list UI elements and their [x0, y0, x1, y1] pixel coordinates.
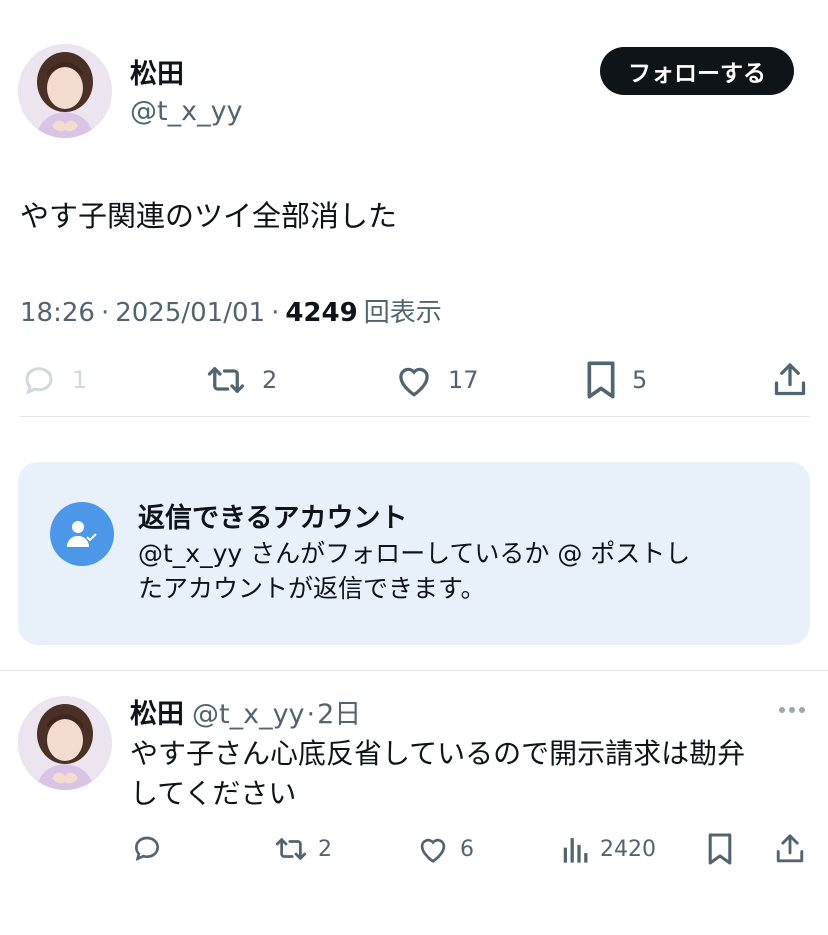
meta-separator: ·	[100, 298, 110, 328]
more-button[interactable]	[776, 700, 808, 720]
bar-chart-icon	[563, 838, 588, 863]
retweet-count: 2	[262, 366, 278, 394]
person-check-icon	[50, 502, 114, 566]
reply-share-button[interactable]	[774, 832, 806, 866]
bookmark-count: 5	[632, 366, 648, 394]
reply-icon	[134, 836, 160, 862]
reply-text-line: やす子さん心底反省しているので開示請求は勘弁	[130, 737, 746, 770]
follow-button[interactable]: フォローする	[600, 47, 794, 95]
meta-separator: ·	[271, 298, 280, 328]
tweet-date[interactable]: 2025/01/01	[115, 298, 265, 328]
reply-like-count: 6	[460, 836, 474, 862]
reply-button[interactable]: 1	[20, 362, 87, 398]
view-count: 4249	[285, 298, 358, 328]
reply-separator: ·	[306, 699, 316, 730]
tweet-time[interactable]: 18:26	[20, 298, 95, 328]
more-icon	[779, 707, 805, 713]
reply-retweet-button[interactable]: 2	[272, 834, 332, 864]
reply-reply-button[interactable]	[130, 832, 164, 864]
share-icon	[774, 363, 806, 396]
author-name[interactable]: 松田	[130, 52, 184, 91]
reply-icon	[25, 367, 53, 395]
reply-author-avatar[interactable]	[18, 696, 112, 790]
reply-bookmark-button[interactable]	[706, 832, 734, 866]
share-icon	[776, 834, 804, 863]
reply-restriction-line: たアカウントが返信できます。	[138, 574, 486, 603]
like-button[interactable]: 17	[394, 362, 479, 398]
bookmark-button[interactable]: 5	[584, 360, 647, 400]
divider	[20, 416, 810, 417]
retweet-button[interactable]: 2	[204, 362, 277, 398]
avatar-image	[18, 696, 112, 790]
reply-views-button[interactable]: 2420	[562, 834, 656, 864]
reply-retweet-count: 2	[318, 836, 332, 862]
reply-count: 1	[72, 366, 88, 394]
reply-author-name[interactable]: 松田	[130, 692, 184, 731]
like-count: 17	[448, 366, 479, 394]
divider	[0, 670, 828, 671]
reply-restriction-description: @t_x_yy さんがフォローしているか @ ポストし たアカウントが返信できま…	[138, 536, 778, 606]
heart-icon	[399, 367, 429, 397]
reply-like-button[interactable]: 6	[416, 834, 474, 864]
view-count-label: 回表示	[363, 298, 442, 328]
share-button[interactable]	[772, 360, 808, 400]
reply-restriction-title: 返信できるアカウント	[138, 503, 408, 534]
retweet-icon	[275, 838, 307, 860]
reply-text-line: してください	[130, 777, 297, 810]
author-avatar[interactable]	[18, 44, 112, 138]
reply-time[interactable]: 2日	[317, 692, 361, 731]
bookmark-icon	[587, 361, 615, 399]
reply-text: やす子さん心底反省しているので開示請求は勘弁 してください	[130, 734, 745, 814]
bookmark-icon	[708, 833, 732, 865]
reply-author-handle[interactable]: @t_x_yy	[192, 699, 305, 730]
tweet-meta: 18:26 · 2025/01/01 · 4249 回表示	[20, 292, 442, 329]
retweet-icon	[207, 367, 245, 393]
reply-restriction-line: @t_x_yy さんがフォローしているか @ ポストし	[138, 539, 691, 568]
author-handle[interactable]: @t_x_yy	[130, 96, 243, 127]
reply-header: 松田 @t_x_yy · 2日	[130, 692, 361, 731]
tweet-text: やす子関連のツイ全部消した	[20, 199, 398, 233]
heart-icon	[420, 838, 446, 863]
reply-view-count: 2420	[600, 836, 656, 862]
avatar-image	[18, 44, 112, 138]
